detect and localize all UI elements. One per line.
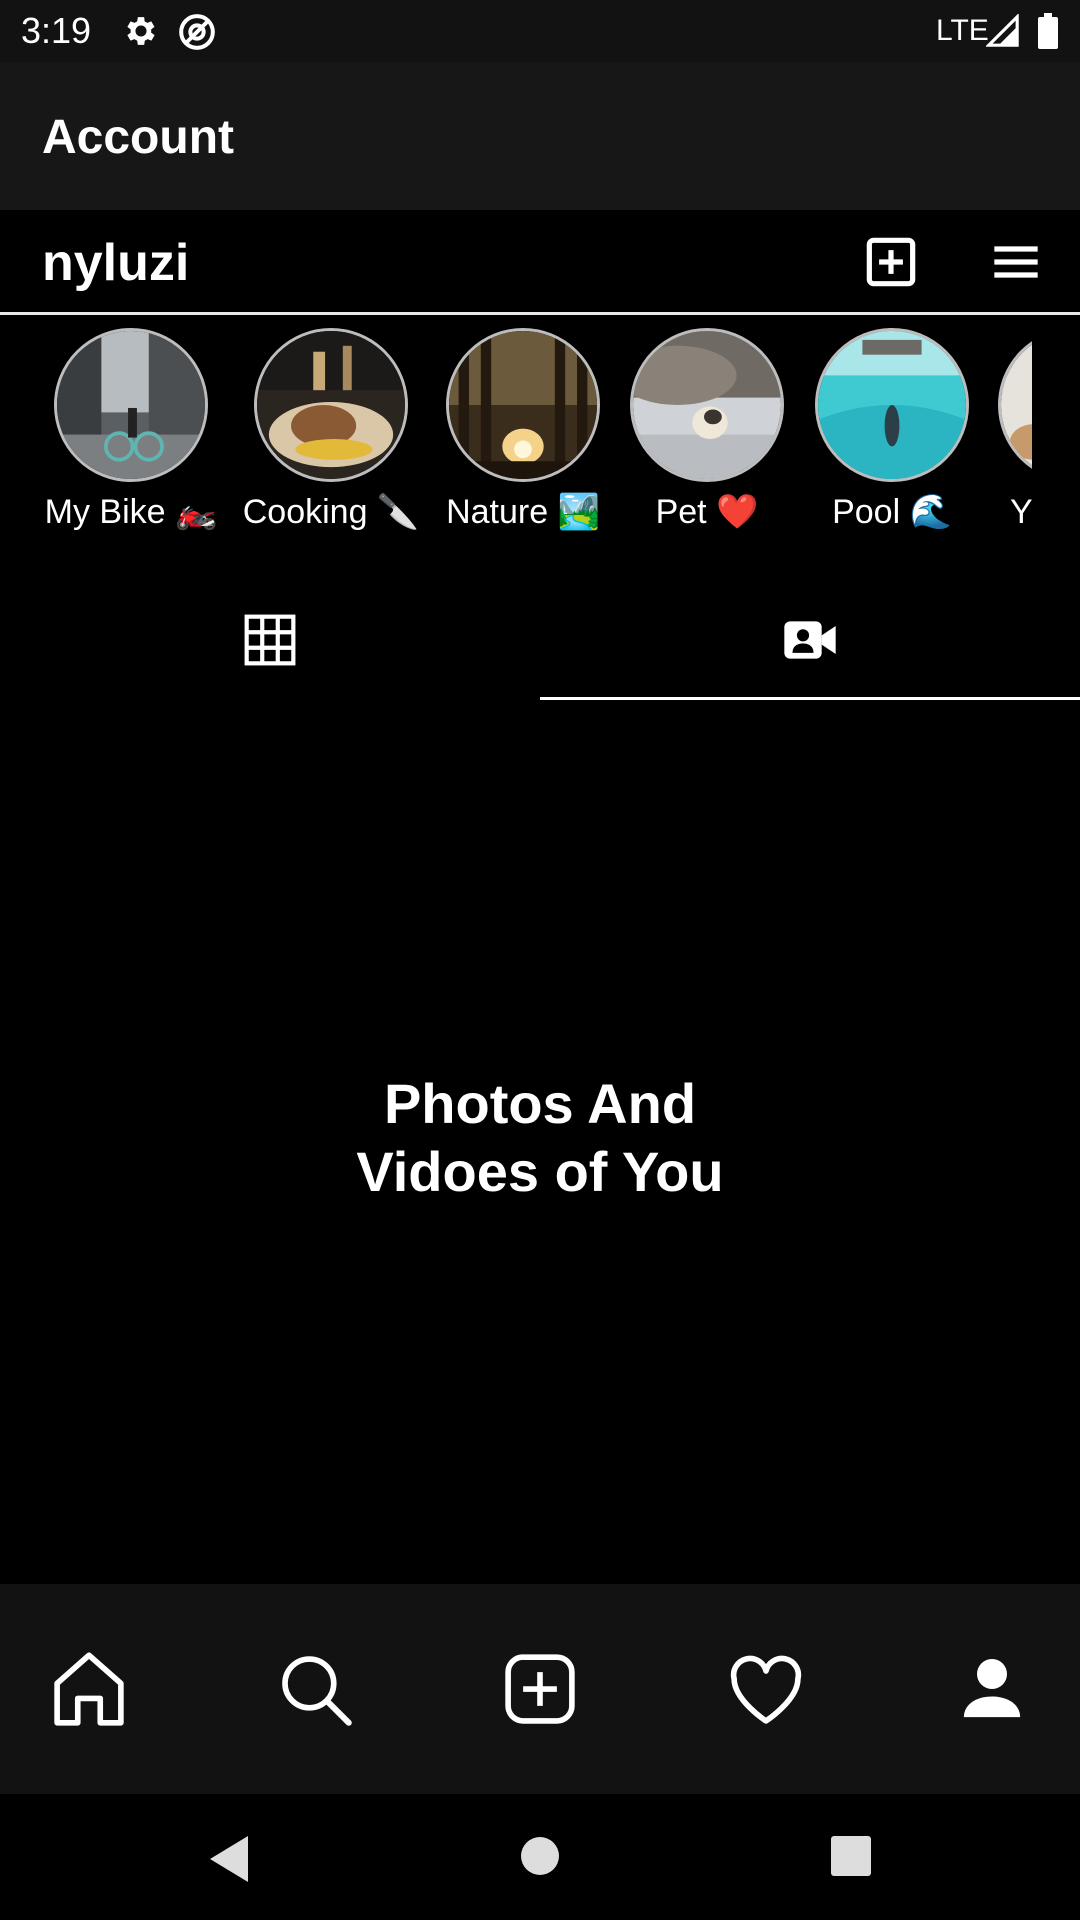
highlight-label: Pet ❤️ [655,493,759,531]
nav-search[interactable] [270,1644,360,1734]
highlight-cover [254,328,408,482]
app-bar: Account [0,62,1080,210]
highlight-label: Nature 🏞️ [446,493,600,531]
highlight-label: Y [1010,493,1032,531]
search-icon [282,1656,352,1726]
at-sign-icon [177,12,217,57]
highlight-cover [998,328,1032,482]
menu-button[interactable] [990,236,1042,288]
status-bar: 3:19 LTE [0,0,1080,62]
nav-profile[interactable] [947,1644,1037,1734]
highlight-cover [815,328,969,482]
home-circle-icon[interactable] [520,1836,560,1881]
tab-tagged[interactable] [540,590,1080,702]
highlight-item[interactable]: Nature 🏞️ [428,315,618,532]
profile-icon [963,1659,1021,1718]
menu-icon [994,246,1038,278]
highlight-label: Pool 🌊 [832,493,952,531]
battery-icon [1038,13,1058,54]
grid-icon [244,614,296,666]
nav-add[interactable] [495,1644,585,1734]
highlight-item[interactable]: Cooking 🔪 [236,315,426,532]
empty-state-message: Photos And Vidoes of You [240,1070,840,1206]
empty-state-line-1: Photos And [383,1072,697,1135]
page-title: Account [42,111,234,164]
highlight-label: Cooking 🔪 [242,493,420,531]
highlight-item[interactable]: My Bike 🏍️ [36,315,226,532]
empty-state-line-2: Vidoes of You [356,1140,724,1203]
system-nav-bar [0,1794,1080,1920]
tab-indicator [540,697,1080,700]
highlight-item[interactable]: Pool 🌊 [797,315,987,532]
add-post-button[interactable] [865,236,917,288]
username: nyluzi [42,234,190,292]
home-icon [54,1652,124,1726]
highlight-label: My Bike 🏍️ [44,493,218,531]
heart-icon [730,1655,802,1724]
profile-tabs [0,590,1080,702]
highlight-item[interactable]: Pet ❤️ [612,315,802,532]
highlight-cover [54,328,208,482]
settings-icon [122,12,160,55]
highlight-item[interactable]: Y [983,315,1032,532]
network-type: LTE [936,14,989,47]
nav-activity[interactable] [721,1644,811,1734]
signal-icon [985,13,1020,53]
recents-icon[interactable] [831,1836,871,1881]
status-time: 3:19 [21,10,92,51]
highlight-cover [446,328,600,482]
tagged-video-icon [784,621,836,659]
profile-header: nyluzi [0,210,1080,315]
back-icon[interactable] [206,1834,252,1889]
highlight-cover [630,328,784,482]
tab-posts-grid[interactable] [0,590,540,702]
bottom-nav [0,1584,1080,1794]
add-icon [505,1654,575,1724]
add-post-icon [866,237,916,287]
nav-home[interactable] [44,1644,134,1734]
story-highlights: My Bike 🏍️ Cooking 🔪 Nature 🏞️ Pet ❤️ Po… [0,315,1032,545]
